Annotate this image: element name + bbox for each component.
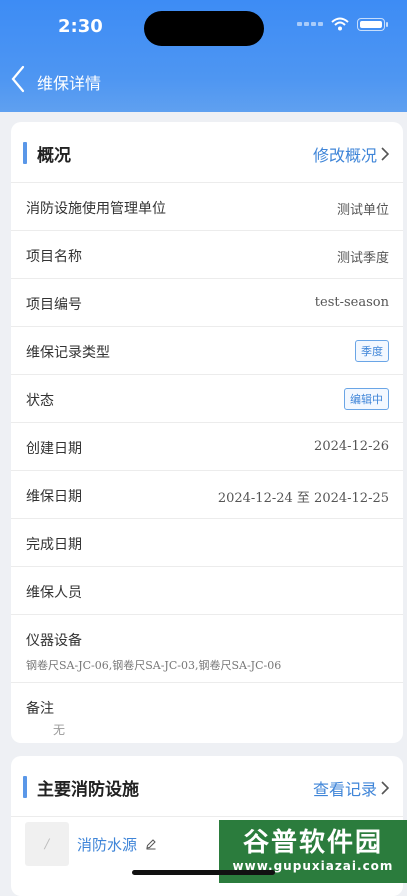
row-value: 测试单位 [336,203,389,218]
row-value: 2024-12-26 [314,439,389,454]
row-label: 消防设施使用管理单位 [26,201,166,217]
section-marker [23,776,27,798]
overview-card: 概况 修改概况 消防设施使用管理单位 测试单位 项目名称 测试季度 项目编号 t… [11,122,403,743]
view-records-button[interactable]: 查看记录 [313,776,389,800]
row-maintenance-staff: 维保人员 [11,567,403,615]
row-label: 项目名称 [26,249,82,265]
row-completed-date: 完成日期 [11,519,403,567]
row-label: 备注 [26,701,54,717]
battery-icon [357,17,388,31]
facilities-title: 主要消防设施 [37,780,139,800]
row-status: 状态 编辑中 [11,375,403,423]
chevron-right-icon [381,781,389,795]
row-label: 维保日期 [26,489,82,505]
row-label: 项目编号 [26,297,82,313]
row-maintenance-date: 维保日期 2024-12-24 至 2024-12-25 [11,471,403,519]
row-label: 维保人员 [26,585,82,601]
facility-item[interactable]: / 消防水源 [25,822,157,866]
row-label: 完成日期 [26,537,82,553]
edit-overview-button[interactable]: 修改概况 [313,142,389,166]
pencil-icon[interactable] [145,838,157,850]
view-records-label: 查看记录 [312,780,377,799]
header: 2:30 维保详情 [0,0,407,112]
row-created-date: 创建日期 2024-12-26 [11,423,403,471]
facility-thumbnail: / [25,822,69,866]
record-type-badge: 季度 [355,340,389,362]
row-value: test-season [314,295,389,310]
row-project-number: 项目编号 test-season [11,279,403,327]
chevron-right-icon [381,147,389,161]
overview-title: 概况 [37,146,71,166]
dynamic-island [144,11,264,46]
row-value: 测试季度 [336,251,389,266]
back-arrow-icon[interactable] [8,64,30,94]
section-marker [23,142,27,164]
page-title: 维保详情 [37,74,102,93]
home-indicator[interactable] [132,870,275,875]
row-value: 2024-12-24 至 2024-12-25 [217,491,389,506]
remarks-text: 无 [53,723,66,737]
signal-icon [297,22,323,26]
instruments-list: 钢卷尺SA-JC-06,钢卷尺SA-JC-03,钢卷尺SA-JC-06 [26,659,282,672]
facility-name: 消防水源 [77,835,138,854]
row-remarks: 备注 无 [11,683,403,743]
row-label: 状态 [26,393,54,409]
row-record-type: 维保记录类型 季度 [11,327,403,375]
row-label: 维保记录类型 [26,345,110,361]
row-instruments: 仪器设备 钢卷尺SA-JC-06,钢卷尺SA-JC-03,钢卷尺SA-JC-06 [11,615,403,683]
wifi-icon [331,17,349,31]
facilities-header: 主要消防设施 查看记录 [11,756,403,817]
row-project-name: 项目名称 测试季度 [11,231,403,279]
edit-overview-label: 修改概况 [312,146,377,165]
row-label: 创建日期 [26,441,82,457]
status-badge: 编辑中 [344,388,389,410]
status-icons [297,17,388,31]
status-time: 2:30 [58,16,103,37]
row-label: 仪器设备 [26,633,82,649]
overview-header: 概况 修改概况 [11,122,403,183]
row-management-unit: 消防设施使用管理单位 测试单位 [11,183,403,231]
watermark-title: 谷普软件园 [242,828,383,858]
